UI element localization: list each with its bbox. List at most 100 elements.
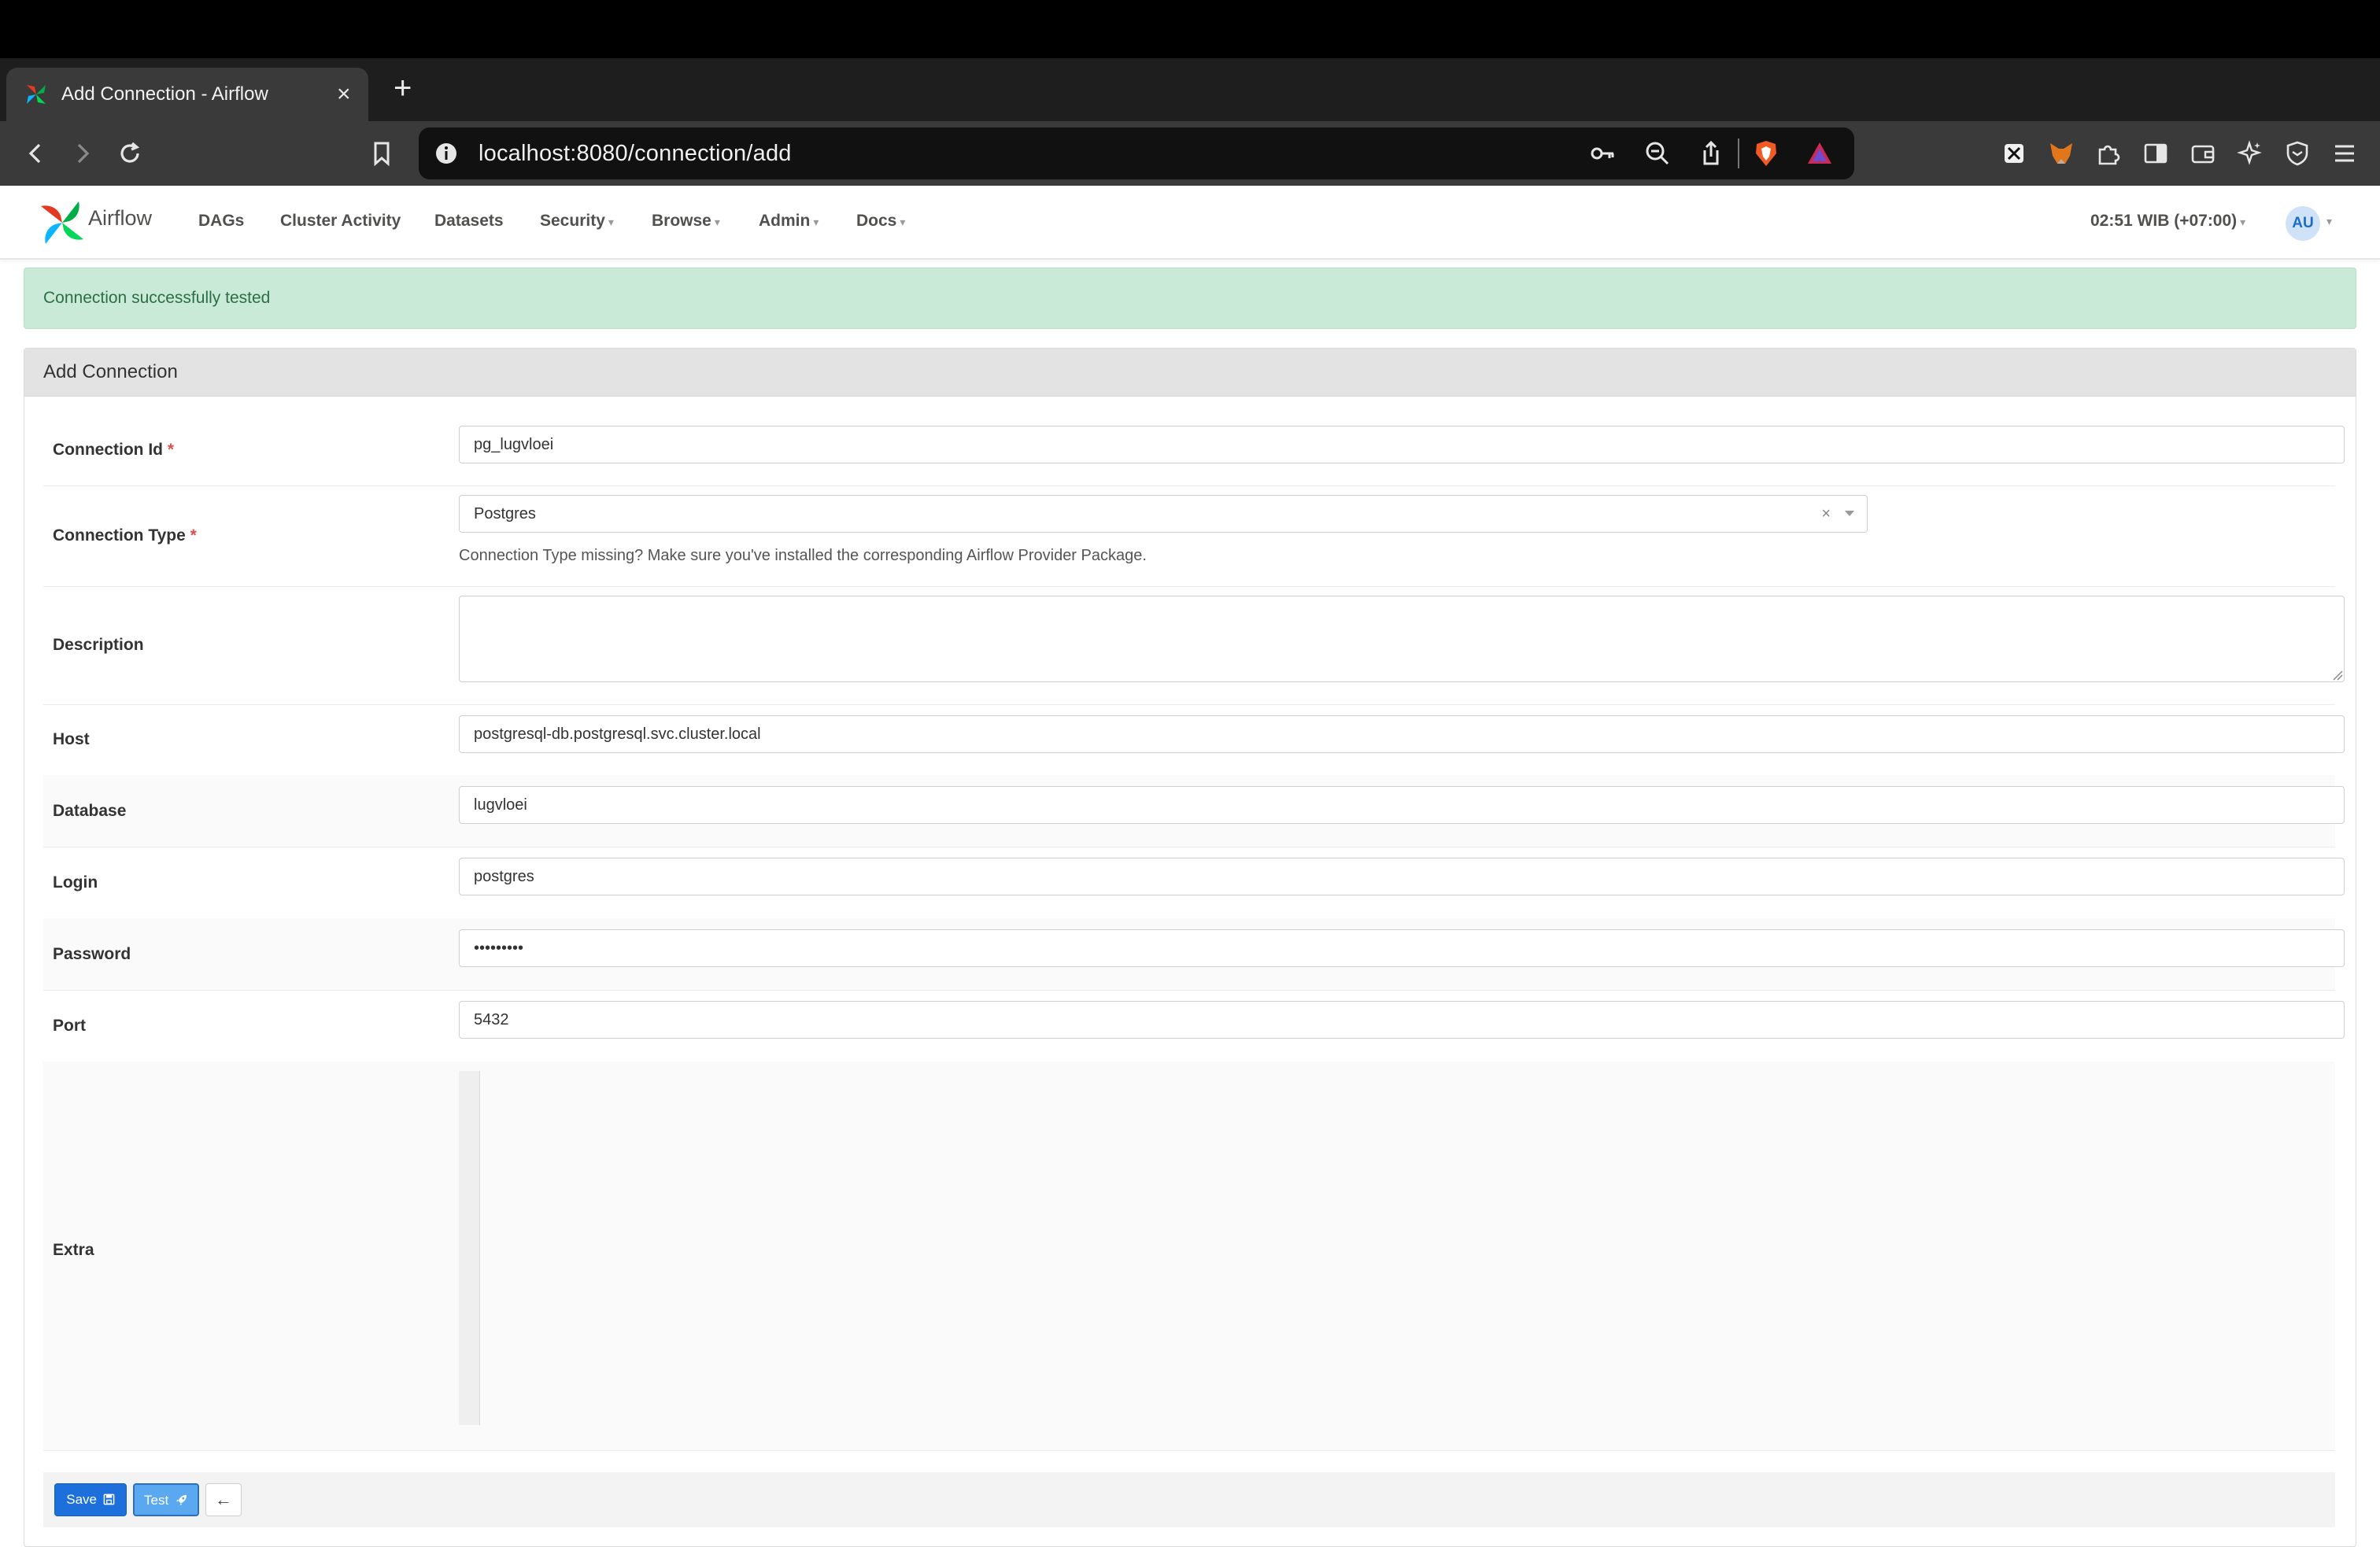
nav-cluster-activity[interactable]: Cluster Activity bbox=[280, 186, 401, 257]
form-row-extra: Extra bbox=[43, 1061, 2335, 1451]
main-menu-icon[interactable] bbox=[2330, 138, 2360, 168]
urlbar-divider bbox=[1738, 138, 1739, 168]
nav-datasets[interactable]: Datasets bbox=[434, 186, 504, 257]
airflow-brand-link[interactable]: Airflow bbox=[39, 197, 197, 247]
extension-grid-icon[interactable] bbox=[1999, 138, 2029, 168]
share-icon[interactable] bbox=[1697, 139, 1725, 168]
dropdown-caret-icon: ▾ bbox=[714, 216, 720, 228]
port-input[interactable]: 5432 bbox=[459, 1001, 2345, 1039]
nav-browse[interactable]: Browse ▾ bbox=[652, 186, 720, 257]
port-label: Port bbox=[53, 1017, 86, 1035]
wallet-icon[interactable] bbox=[2188, 138, 2218, 168]
test-button[interactable]: Test bbox=[133, 1483, 199, 1516]
conn-id-input[interactable]: pg_lugvloei bbox=[459, 426, 2345, 463]
resize-handle-icon[interactable] bbox=[2330, 668, 2343, 681]
clock-time: 02:51 WIB (+07:00) bbox=[2090, 212, 2238, 230]
metamask-fox-icon[interactable] bbox=[2046, 138, 2076, 168]
select-arrow-icon[interactable] bbox=[1845, 511, 1854, 516]
form-row-description: Description bbox=[43, 586, 2345, 705]
host-label: Host bbox=[53, 730, 90, 748]
test-button-label: Test bbox=[144, 1493, 169, 1508]
floppy-disk-icon bbox=[103, 1493, 115, 1505]
url-text[interactable]: localhost:8080/connection/add bbox=[479, 127, 792, 179]
success-alert: Connection successfully tested bbox=[24, 268, 2356, 329]
description-textarea[interactable] bbox=[459, 596, 2345, 682]
save-button[interactable]: Save bbox=[54, 1483, 127, 1516]
bookmark-icon[interactable] bbox=[367, 138, 397, 168]
alert-message: Connection successfully tested bbox=[43, 289, 271, 307]
conn-type-help-text: Connection Type missing? Make sure you'v… bbox=[459, 547, 1147, 564]
tab-title: Add Connection - Airflow bbox=[61, 83, 268, 105]
brand-name: Airflow bbox=[88, 206, 153, 230]
browser-toolbar: localhost:8080/connection/add bbox=[0, 121, 2380, 186]
user-menu-caret-icon[interactable]: ▾ bbox=[2326, 186, 2332, 257]
required-marker: * bbox=[190, 526, 197, 545]
dropdown-caret-icon: ▾ bbox=[900, 216, 906, 228]
database-label: Database bbox=[53, 802, 127, 820]
extra-label: Extra bbox=[53, 1241, 94, 1259]
site-info-icon[interactable] bbox=[433, 140, 460, 167]
login-input[interactable]: postgres bbox=[459, 858, 2345, 895]
form-actions: Save Test ← bbox=[43, 1472, 2335, 1527]
database-input[interactable]: lugvloei bbox=[459, 786, 2345, 824]
back-arrow-icon[interactable] bbox=[20, 138, 50, 168]
nav-docs[interactable]: Docs ▾ bbox=[856, 186, 905, 257]
conn-id-label: Connection Id bbox=[53, 441, 163, 459]
save-button-label: Save bbox=[66, 1492, 97, 1507]
form-row-database: Database lugvloei bbox=[43, 775, 2345, 847]
panel-header: Add Connection bbox=[24, 349, 2356, 397]
reload-icon[interactable] bbox=[115, 138, 145, 168]
panel-title: Add Connection bbox=[43, 361, 178, 382]
password-label: Password bbox=[53, 945, 131, 963]
conn-type-label: Connection Type bbox=[53, 526, 186, 545]
password-input[interactable]: ••••••••• bbox=[459, 929, 2345, 967]
form-row-login: Login postgres bbox=[43, 847, 2345, 919]
form-row-conn-id: Connection Id * pg_lugvloei bbox=[43, 415, 2345, 486]
zoom-out-icon[interactable] bbox=[1643, 139, 1672, 168]
vpn-shield-icon[interactable] bbox=[2282, 138, 2312, 168]
user-avatar[interactable]: AU bbox=[2286, 206, 2320, 241]
dropdown-caret-icon: ▾ bbox=[608, 216, 614, 228]
brave-rewards-icon[interactable] bbox=[1805, 139, 1834, 168]
nav-dags[interactable]: DAGs bbox=[198, 186, 244, 257]
field-label: Connection Id * bbox=[53, 415, 174, 486]
forward-arrow-icon[interactable] bbox=[68, 138, 98, 168]
nav-security-label: Security bbox=[540, 212, 605, 230]
extra-code-editor-gutter[interactable] bbox=[459, 1071, 480, 1425]
nav-security[interactable]: Security ▾ bbox=[540, 186, 614, 257]
tab-close-icon[interactable]: × bbox=[337, 68, 351, 121]
host-input[interactable]: postgresql-db.postgresql.svc.cluster.loc… bbox=[459, 715, 2345, 753]
brave-shields-icon[interactable] bbox=[1752, 139, 1780, 168]
extensions-puzzle-icon[interactable] bbox=[2094, 138, 2123, 168]
conn-type-selected: Postgres bbox=[474, 505, 536, 522]
system-menubar bbox=[0, 0, 2380, 58]
description-label: Description bbox=[53, 636, 144, 654]
nav-admin[interactable]: Admin ▾ bbox=[759, 186, 819, 257]
field-label: Connection Type * bbox=[53, 486, 197, 586]
nav-admin-label: Admin bbox=[759, 212, 811, 230]
rocket-icon bbox=[176, 1494, 187, 1506]
sidebar-toggle-icon[interactable] bbox=[2141, 138, 2171, 168]
browser-tab-active[interactable]: Add Connection - Airflow × bbox=[6, 68, 368, 121]
nav-docs-label: Docs bbox=[856, 212, 897, 230]
form-row-port: Port 5432 bbox=[43, 990, 2345, 1062]
dropdown-caret-icon: ▾ bbox=[2240, 216, 2246, 228]
add-connection-panel: Add Connection Connection Id * pg_lugvlo… bbox=[24, 348, 2356, 1547]
login-label: Login bbox=[53, 873, 98, 892]
address-bar[interactable]: localhost:8080/connection/add bbox=[419, 127, 1854, 179]
key-icon[interactable] bbox=[1588, 139, 1617, 168]
form-row-host: Host postgresql-db.postgresql.svc.cluste… bbox=[43, 704, 2345, 776]
airflow-favicon-icon bbox=[27, 85, 46, 104]
dropdown-caret-icon: ▾ bbox=[813, 216, 819, 228]
nav-browse-label: Browse bbox=[652, 212, 711, 230]
conn-type-select[interactable]: Postgres × bbox=[459, 495, 1868, 533]
new-tab-button[interactable]: + bbox=[394, 66, 412, 110]
tab-strip: Add Connection - Airflow × + bbox=[0, 58, 2380, 154]
airflow-logo-icon bbox=[41, 201, 83, 244]
timezone-dropdown[interactable]: 02:51 WIB (+07:00) ▾ bbox=[2090, 186, 2245, 257]
required-marker: * bbox=[167, 441, 175, 459]
airflow-navbar: Airflow DAGs Cluster Activity Datasets S… bbox=[0, 186, 2380, 260]
back-button[interactable]: ← bbox=[205, 1483, 242, 1516]
leo-ai-sparkle-icon[interactable] bbox=[2235, 138, 2265, 168]
clear-selection-icon[interactable]: × bbox=[1821, 496, 1831, 532]
